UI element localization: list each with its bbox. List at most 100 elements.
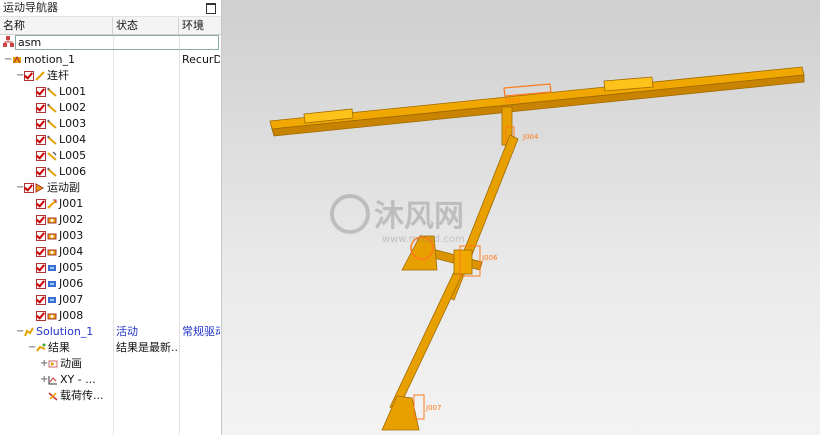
link-icon <box>47 101 59 114</box>
tree-status-cell <box>116 228 178 244</box>
visibility-checkbox[interactable] <box>36 311 46 321</box>
tree-env-cell <box>182 292 220 308</box>
top-beam <box>269 66 805 130</box>
tree-name-cell: − motion_1 <box>4 52 113 68</box>
visibility-checkbox[interactable] <box>36 119 46 129</box>
tree-status-cell <box>116 52 178 68</box>
tree-name-cell: − 结果 <box>28 340 113 356</box>
tree-env-cell <box>182 132 220 148</box>
tree-row[interactable]: − motion_1 RecurD <box>0 52 221 68</box>
tree-item-label: L001 <box>59 85 87 98</box>
tree-row[interactable]: − 连杆 <box>0 68 221 84</box>
tree-row[interactable]: − 结果 结果是最新... <box>0 340 221 356</box>
link-folder-icon <box>35 69 47 82</box>
tree-row[interactable]: J007 <box>0 292 221 308</box>
visibility-checkbox[interactable] <box>36 231 46 241</box>
visibility-checkbox[interactable] <box>36 167 46 177</box>
visibility-checkbox[interactable] <box>36 103 46 113</box>
slider-joint-icon <box>47 261 59 274</box>
tree-item-label: J004 <box>59 245 84 258</box>
watermark-url: www.mfcad.com <box>382 234 465 245</box>
tree-row[interactable]: + XY - ... <box>0 372 221 388</box>
collapse-icon[interactable]: − <box>28 340 36 356</box>
tree-row[interactable]: L002 <box>0 100 221 116</box>
tree-env-cell <box>182 308 220 324</box>
tree-row[interactable]: L003 <box>0 116 221 132</box>
tree-name-cell: L006 <box>28 164 113 180</box>
tree-row[interactable]: L006 <box>0 164 221 180</box>
expand-icon[interactable]: + <box>40 356 48 372</box>
tree-name-cell: J006 <box>28 276 113 292</box>
expand-icon[interactable]: + <box>40 372 48 388</box>
tree-row[interactable]: 载荷传... <box>0 388 221 404</box>
mechanism-model: J001 J004 J006 J007 沐风网 www.mfcad.com <box>269 66 805 431</box>
tree-item-label: J006 <box>59 277 84 290</box>
visibility-checkbox[interactable] <box>36 215 46 225</box>
visibility-checkbox[interactable] <box>36 151 46 161</box>
tree-row[interactable]: L004 <box>0 132 221 148</box>
column-env[interactable]: 环境 <box>179 17 221 34</box>
tree-status-cell <box>116 372 178 388</box>
tree-row[interactable]: + 动画 <box>0 356 221 372</box>
search-input[interactable]: asm <box>15 35 219 50</box>
visibility-checkbox[interactable] <box>36 135 46 145</box>
collapse-icon[interactable]: − <box>16 180 24 196</box>
tree-env-cell <box>182 164 220 180</box>
top-beam-side <box>271 74 805 137</box>
tree-name-cell: L005 <box>28 148 113 164</box>
revolute-joint-icon <box>47 229 59 242</box>
tree-name-cell: J008 <box>28 308 113 324</box>
watermark-logo-icon <box>330 194 370 234</box>
tree-row[interactable]: J003 <box>0 228 221 244</box>
graphics-viewport[interactable]: J001 J004 J006 J007 沐风网 www.mfcad.com <box>222 0 820 435</box>
tree-name-cell: J002 <box>28 212 113 228</box>
bottom-pivot <box>381 395 420 431</box>
tree-row[interactable]: J001 <box>0 196 221 212</box>
tree-status-cell <box>116 356 178 372</box>
tree-row[interactable]: J008 <box>0 308 221 324</box>
tree-row[interactable]: L005 <box>0 148 221 164</box>
tree-item-label: J003 <box>59 229 84 242</box>
tree-item-label: L004 <box>59 133 87 146</box>
tree-row[interactable]: −Solution_1活动常规驱动 <box>0 324 221 340</box>
tree-row[interactable]: J005 <box>0 260 221 276</box>
visibility-checkbox[interactable] <box>36 263 46 273</box>
tree-name-cell: − Solution_1 <box>16 324 113 340</box>
tree-item-label: 连杆 <box>47 69 69 82</box>
tree-row[interactable]: J004 <box>0 244 221 260</box>
column-header: 名称 状态 环境 <box>0 17 221 35</box>
visibility-checkbox[interactable] <box>24 183 34 193</box>
tree-name-cell: J001 <box>28 196 113 212</box>
column-status[interactable]: 状态 <box>113 17 179 34</box>
visibility-checkbox[interactable] <box>36 199 46 209</box>
slider-joint-icon <box>47 277 59 290</box>
collapse-icon[interactable]: − <box>4 52 12 68</box>
visibility-checkbox[interactable] <box>24 71 34 81</box>
navigator-title-bar: 运动导航器 <box>0 0 221 17</box>
visibility-checkbox[interactable] <box>36 247 46 257</box>
fixed-link-icon <box>47 149 59 162</box>
maximize-icon[interactable] <box>206 3 216 14</box>
tree-item-label: Solution_1 <box>36 325 94 338</box>
joint-folder-icon <box>35 181 47 194</box>
tree-name-cell: J004 <box>28 244 113 260</box>
tree-item-label: J001 <box>59 197 84 210</box>
tree-name-cell: L002 <box>28 100 113 116</box>
visibility-checkbox[interactable] <box>36 279 46 289</box>
tree-status-cell <box>116 308 178 324</box>
joint-label: J007 <box>425 404 441 412</box>
tree-status-cell <box>116 260 178 276</box>
tree-row[interactable]: − 运动副 <box>0 180 221 196</box>
column-name[interactable]: 名称 <box>0 17 113 34</box>
link-icon <box>47 165 59 178</box>
visibility-checkbox[interactable] <box>36 295 46 305</box>
tree-row[interactable]: J002 <box>0 212 221 228</box>
collapse-icon[interactable]: − <box>16 324 24 340</box>
collapse-icon[interactable]: − <box>16 68 24 84</box>
visibility-checkbox[interactable] <box>36 87 46 97</box>
tree-item-label: J005 <box>59 261 84 274</box>
tree-row[interactable]: J006 <box>0 276 221 292</box>
assembly-icon <box>3 36 14 47</box>
tree-row[interactable]: L001 <box>0 84 221 100</box>
tree-item-label: XY - ... <box>60 373 96 386</box>
